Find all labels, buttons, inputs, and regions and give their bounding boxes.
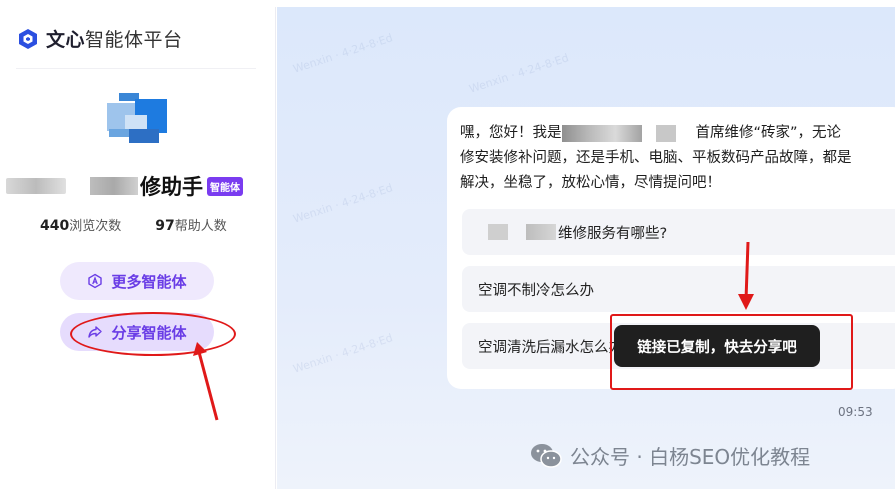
bg-watermark: Wenxin · 4·24-8·Ed [291,31,395,76]
blurred-text [488,224,508,240]
top-strip [0,0,895,7]
greeting-line-3: 解决，坐稳了，放松心情，尽情提问吧！ [460,175,721,191]
suggested-question[interactable]: 维修服务有哪些? [462,209,895,255]
header-divider [16,59,256,69]
blurred-name [561,124,642,142]
suggested-question[interactable]: 空调不制冷怎么办 [462,266,895,312]
brand-logo[interactable]: 文心智能体平台 [16,25,183,52]
more-agents-label: 更多智能体 [111,272,187,291]
suggested-question-text: 空调不制冷怎么办 [478,282,594,299]
share-agent-label: 分享智能体 [111,323,187,342]
helped-count: 97 [155,218,175,234]
copy-toast: 链接已复制，快去分享吧 [614,325,820,367]
sidebar: 文心智能体平台 [0,7,276,489]
bg-watermark: Wenxin · 4·24-8·Ed [467,51,571,96]
share-agent-button[interactable]: 分享智能体 [60,313,214,351]
views-label: 浏览次数 [69,219,122,234]
blurred-name [655,124,676,142]
blurred-name-part [90,177,138,195]
message-timestamp: 09:53 [838,405,873,419]
views-stat: 440浏览次数 [40,215,121,234]
agent-badge: 智能体 [207,176,243,196]
blurred-name-part [6,178,66,194]
footer-watermark: 公众号 · 白杨SEO优化教程 [530,441,810,470]
wechat-icon [531,443,562,468]
bg-watermark: Wenxin · 4·24-8·Ed [291,331,395,376]
helped-stat: 97帮助人数 [155,215,227,234]
more-agents-button[interactable]: 更多智能体 [60,262,214,300]
share-icon [88,326,103,338]
suggested-question-text: 维修服务有哪些? [558,225,668,242]
helped-label: 帮助人数 [174,219,227,234]
agent-stats: 440浏览次数 97帮助人数 [40,215,227,234]
brand-name: 文心智能体平台 [46,29,183,51]
greeting-message: 嘿，您好！我是 首席维修“砖家”，无论 修安装修补问题，还是手机、电脑、平板数码产… [460,121,895,196]
bg-watermark: Wenxin · 4·24-8·Ed [291,181,395,226]
brand-logo-icon [19,28,37,49]
agent-name: 修助手 [140,175,203,199]
greeting-line-1: 嘿，您好！我是 首席维修“砖家”，无论 [460,124,842,142]
screenshot-root: 文心智能体平台 修助手 智能体 440浏览次数 97帮助人数 更多智能体 分享智… [0,0,895,489]
agent-icon [88,273,103,289]
suggested-question-text: 空调清洗后漏水怎么办 [478,339,623,356]
greeting-line-2: 修安装修补问题，还是手机、电脑、平板数码产品故障，都是 [460,150,852,166]
blurred-text [526,224,556,240]
agent-avatar [107,93,167,143]
watermark-text: 公众号 · 白杨SEO优化教程 [570,445,811,469]
agent-name-row: 修助手 智能体 [6,172,243,200]
views-count: 440 [40,218,70,234]
